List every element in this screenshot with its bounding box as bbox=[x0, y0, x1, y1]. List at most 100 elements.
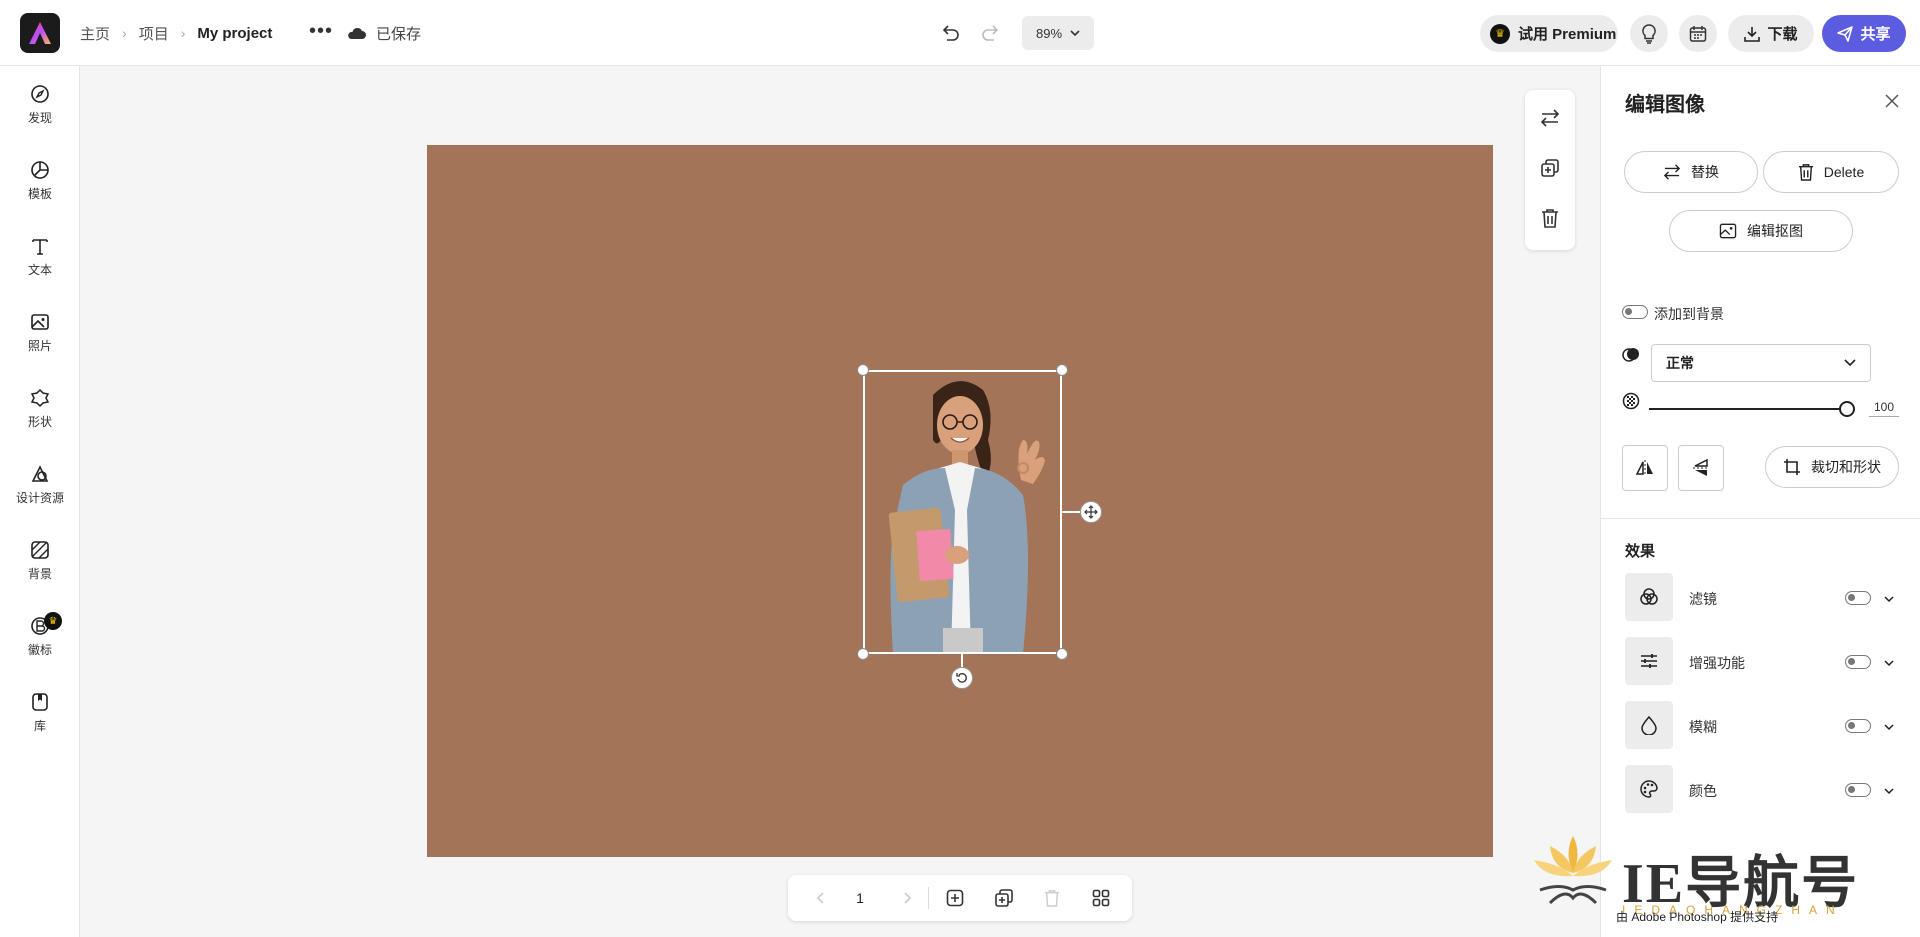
design-assets-icon bbox=[31, 465, 49, 482]
blend-mode-value: 正常 bbox=[1666, 355, 1694, 371]
left-rail: 发现 模板 文本 照片 形状 设计资源 背景 ♛ 徽标 库 bbox=[0, 66, 80, 937]
flip-vertical-icon bbox=[1693, 458, 1709, 476]
rail-label: 形状 bbox=[27, 415, 52, 429]
resize-handle-top-right[interactable] bbox=[1056, 364, 1068, 376]
rail-label: 库 bbox=[33, 719, 46, 733]
duplicate-page-button[interactable] bbox=[993, 887, 1015, 909]
edit-cutout-button[interactable]: 编辑抠图 bbox=[1669, 210, 1853, 252]
add-page-icon bbox=[946, 889, 964, 907]
add-to-background-toggle[interactable] bbox=[1622, 305, 1648, 319]
delete-button[interactable]: Delete bbox=[1763, 151, 1899, 193]
rotate-connector bbox=[961, 654, 963, 667]
rail-item-templates[interactable]: 模板 bbox=[0, 150, 80, 212]
breadcrumb-projects[interactable]: 项目 bbox=[139, 23, 169, 44]
rail-item-shapes[interactable]: 形状 bbox=[0, 378, 80, 440]
rail-label: 设计资源 bbox=[15, 491, 64, 505]
breadcrumb-current[interactable]: My project bbox=[197, 25, 272, 42]
crop-icon bbox=[1784, 459, 1800, 475]
crop-and-shape-button[interactable]: 裁切和形状 bbox=[1765, 446, 1899, 488]
rotate-handle[interactable] bbox=[951, 667, 973, 689]
crop-label: 裁切和形状 bbox=[1811, 459, 1881, 475]
premium-crown-badge: ♛ bbox=[44, 612, 62, 630]
opacity-slider-track[interactable] bbox=[1649, 408, 1845, 410]
prev-page-button[interactable] bbox=[814, 887, 828, 909]
resize-handle-top-left[interactable] bbox=[857, 364, 869, 376]
discover-icon bbox=[31, 85, 49, 103]
resize-handle-bottom-right[interactable] bbox=[1056, 648, 1068, 660]
filter-toggle[interactable] bbox=[1845, 591, 1871, 605]
replace-label: 替换 bbox=[1691, 164, 1719, 180]
rail-label: 照片 bbox=[27, 339, 52, 353]
schedule-button[interactable] bbox=[1679, 15, 1717, 52]
opacity-value-input[interactable]: 100 bbox=[1869, 400, 1899, 417]
color-toggle[interactable] bbox=[1845, 783, 1871, 797]
rail-item-photos[interactable]: 照片 bbox=[0, 302, 80, 364]
undo-icon bbox=[942, 25, 959, 41]
download-button[interactable]: 下载 bbox=[1728, 15, 1814, 52]
duplicate-tool-button[interactable] bbox=[1538, 156, 1562, 180]
share-button[interactable]: 共享 bbox=[1822, 15, 1906, 52]
effect-label-blur: 模糊 bbox=[1689, 719, 1717, 735]
opacity-slider-handle[interactable] bbox=[1839, 401, 1855, 417]
close-icon[interactable] bbox=[1883, 92, 1901, 110]
chevron-down-icon[interactable] bbox=[1883, 721, 1895, 733]
effect-label-enhance: 增强功能 bbox=[1689, 655, 1745, 671]
breadcrumb-home[interactable]: 主页 bbox=[80, 23, 110, 44]
move-icon bbox=[1084, 505, 1098, 519]
swap-icon bbox=[1663, 164, 1681, 180]
move-handle[interactable] bbox=[1080, 501, 1102, 523]
adjust-icon bbox=[1641, 654, 1657, 668]
resize-handle-bottom-left[interactable] bbox=[857, 648, 869, 660]
rail-item-library[interactable]: 库 bbox=[0, 682, 80, 744]
grid-view-button[interactable] bbox=[1090, 887, 1112, 909]
zoom-dropdown[interactable]: 89% bbox=[1022, 16, 1094, 50]
redo-button[interactable] bbox=[977, 20, 1005, 48]
rail-item-design-assets[interactable]: 设计资源 bbox=[0, 454, 80, 516]
chevron-down-icon[interactable] bbox=[1883, 593, 1895, 605]
blend-mode-icon bbox=[1622, 348, 1639, 362]
replace-tool-button[interactable] bbox=[1538, 106, 1562, 130]
swap-icon bbox=[1540, 109, 1560, 127]
premium-label: 试用 Premium bbox=[1518, 26, 1617, 43]
crown-icon: ♛ bbox=[1490, 23, 1510, 44]
trash-icon bbox=[1542, 209, 1558, 228]
rail-label: 背景 bbox=[27, 567, 52, 581]
effects-title: 效果 bbox=[1625, 543, 1656, 560]
replace-button[interactable]: 替换 bbox=[1624, 151, 1758, 193]
add-to-background-label: 添加到背景 bbox=[1654, 306, 1724, 322]
adobe-express-logo[interactable] bbox=[20, 13, 60, 53]
blur-toggle[interactable] bbox=[1845, 719, 1871, 733]
tips-button[interactable] bbox=[1630, 15, 1668, 52]
rail-item-background[interactable]: 背景 bbox=[0, 530, 80, 592]
chevron-down-icon[interactable] bbox=[1883, 785, 1895, 797]
chevron-down-icon bbox=[1070, 29, 1080, 36]
flip-horizontal-button[interactable] bbox=[1622, 445, 1668, 491]
rail-item-logo[interactable]: ♛ 徽标 bbox=[0, 606, 80, 668]
flip-vertical-button[interactable] bbox=[1678, 445, 1724, 491]
calendar-icon bbox=[1689, 25, 1707, 42]
add-page-button[interactable] bbox=[944, 887, 966, 909]
enhance-toggle[interactable] bbox=[1845, 655, 1871, 669]
chevron-down-icon bbox=[1844, 359, 1856, 367]
delete-tool-button[interactable] bbox=[1538, 206, 1562, 230]
rail-label: 文本 bbox=[27, 263, 52, 277]
rail-item-text[interactable]: 文本 bbox=[0, 226, 80, 288]
rail-item-discover[interactable]: 发现 bbox=[0, 74, 80, 136]
trash-icon bbox=[1798, 164, 1813, 181]
rail-label: 徽标 bbox=[27, 643, 52, 657]
opacity-icon bbox=[1622, 392, 1640, 410]
chevron-down-icon[interactable] bbox=[1883, 657, 1895, 669]
blend-mode-select[interactable]: 正常 bbox=[1651, 344, 1871, 382]
next-page-button[interactable] bbox=[900, 887, 914, 909]
send-icon bbox=[1837, 25, 1854, 42]
delete-page-button[interactable] bbox=[1041, 887, 1063, 909]
floating-toolbar bbox=[1525, 90, 1575, 250]
divider bbox=[928, 887, 929, 909]
undo-button[interactable] bbox=[936, 20, 964, 48]
grid-icon bbox=[1092, 889, 1110, 907]
panel-title: 编辑图像 bbox=[1625, 94, 1705, 116]
try-premium-button[interactable]: ♛ 试用 Premium bbox=[1480, 15, 1618, 52]
adjust-icon-tile bbox=[1625, 637, 1673, 685]
more-options-button[interactable]: ••• bbox=[308, 21, 334, 44]
share-label: 共享 bbox=[1860, 26, 1891, 43]
